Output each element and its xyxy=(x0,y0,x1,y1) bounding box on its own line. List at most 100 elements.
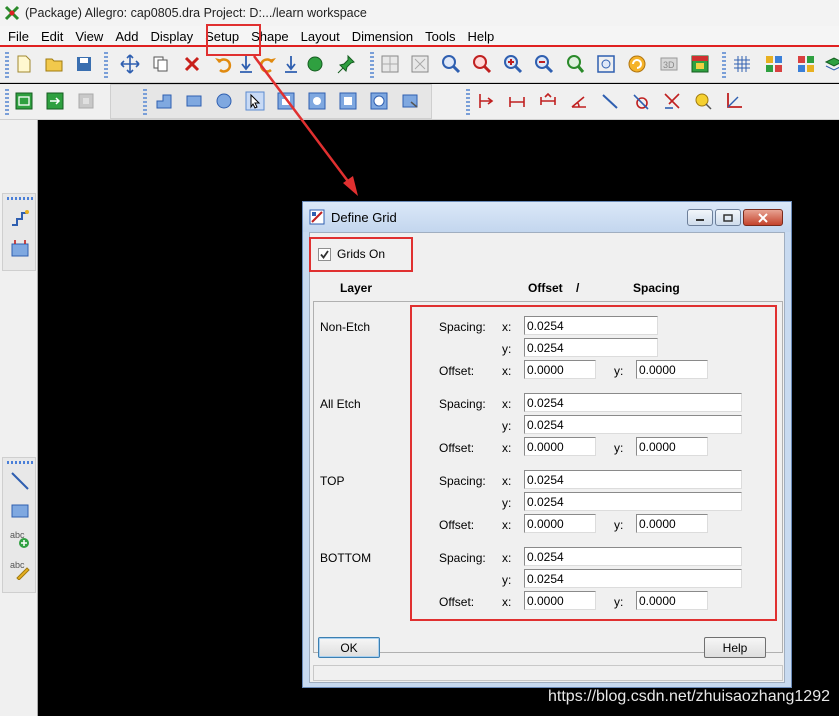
dim-datum-button[interactable] xyxy=(505,89,529,113)
menu-add[interactable]: Add xyxy=(109,29,144,44)
zoom-window-button[interactable] xyxy=(408,52,432,76)
menu-view[interactable]: View xyxy=(69,29,109,44)
down-arrow-button-2[interactable] xyxy=(279,52,303,76)
layer-name-bottom: BOTTOM xyxy=(320,551,372,565)
left-toolbar-panel: abc abc xyxy=(0,120,38,716)
zoom-grid-button[interactable] xyxy=(378,52,402,76)
balloon-icon xyxy=(695,93,712,110)
menu-display[interactable]: Display xyxy=(144,29,199,44)
dim-balloon-button[interactable] xyxy=(691,89,715,113)
dim-coordinate-button[interactable] xyxy=(722,89,746,113)
manual-void-button[interactable] xyxy=(274,89,298,113)
menu-layout[interactable]: Layout xyxy=(295,29,346,44)
void-circle-button-2[interactable] xyxy=(367,89,391,113)
menu-dimension[interactable]: Dimension xyxy=(346,29,419,44)
add-text-button[interactable]: abc xyxy=(9,528,31,550)
edit-boundary-button[interactable] xyxy=(398,89,422,113)
toolbar-separator xyxy=(370,52,374,78)
menu-tools[interactable]: Tools xyxy=(419,29,461,44)
move-button[interactable] xyxy=(118,52,142,76)
green-board-button[interactable] xyxy=(12,89,36,113)
undo-icon xyxy=(215,58,232,73)
add-rectangle-button[interactable] xyxy=(9,500,31,522)
disabled-board-button[interactable] xyxy=(74,89,98,113)
maximize-button[interactable] xyxy=(715,209,741,226)
dim-angular-button[interactable] xyxy=(536,89,560,113)
diameter-icon xyxy=(633,94,649,110)
zoom-in-button[interactable] xyxy=(501,52,525,76)
grid-toggle-button[interactable] xyxy=(730,52,754,76)
flip-board-button[interactable] xyxy=(688,52,712,76)
redo-icon xyxy=(259,58,276,73)
toolbar-grip[interactable] xyxy=(7,197,33,200)
board-disabled-icon xyxy=(78,93,94,109)
copy-icon xyxy=(153,56,168,72)
help-button[interactable]: Help xyxy=(704,637,766,658)
dialog-status-strip xyxy=(313,665,783,681)
text-add-icon: abc xyxy=(10,530,29,548)
watermark-url: https://blog.csdn.net/zhuisaozhang1292 xyxy=(548,688,830,705)
color-button[interactable] xyxy=(762,52,786,76)
maximize-icon xyxy=(723,213,733,222)
select-shape-button[interactable] xyxy=(243,89,267,113)
shape-rectangle-button[interactable] xyxy=(182,89,206,113)
save-button[interactable] xyxy=(72,52,96,76)
layers-button[interactable] xyxy=(794,52,818,76)
3d-view-button[interactable]: 3D xyxy=(657,52,681,76)
move-arrows-icon xyxy=(120,54,140,74)
new-file-button[interactable] xyxy=(12,52,36,76)
zoom-previous-button[interactable] xyxy=(563,52,587,76)
zoom-fit-button[interactable] xyxy=(439,52,463,76)
zoom-in-icon xyxy=(504,55,523,74)
menu-help[interactable]: Help xyxy=(461,29,500,44)
redraw-button[interactable] xyxy=(625,52,649,76)
zoom-window-icon xyxy=(411,55,429,73)
edit-text-button[interactable]: abc xyxy=(9,558,31,581)
add-line-button[interactable] xyxy=(9,470,31,492)
leader-line-icon xyxy=(602,94,618,109)
add-connect-button[interactable] xyxy=(9,206,31,228)
zoom-out-icon xyxy=(535,55,554,74)
dim-chamfer-button[interactable] xyxy=(660,89,684,113)
zoom-area-button[interactable] xyxy=(470,52,494,76)
place-component-button[interactable] xyxy=(9,238,31,260)
pin-button[interactable] xyxy=(334,52,358,76)
allegro-app-icon xyxy=(4,5,20,21)
void-rectangle-button[interactable] xyxy=(336,89,360,113)
ratsnest-button[interactable] xyxy=(303,52,327,76)
title-bar: (Package) Allegro: cap0805.dra Project: … xyxy=(0,0,839,26)
shadow-mode-button[interactable] xyxy=(822,52,839,76)
minimize-button[interactable] xyxy=(687,209,713,226)
menu-edit[interactable]: Edit xyxy=(35,29,69,44)
new-file-icon xyxy=(17,55,31,73)
close-button[interactable] xyxy=(743,209,783,226)
color-palette-icon xyxy=(766,56,782,72)
menu-file[interactable]: File xyxy=(0,29,35,44)
left-tool-group-2: abc abc xyxy=(2,457,36,593)
copy-button[interactable] xyxy=(149,52,173,76)
shape-circle-button[interactable] xyxy=(212,89,236,113)
dim-diameter-button[interactable] xyxy=(629,89,653,113)
dialog-title-bar[interactable]: Define Grid xyxy=(303,202,791,232)
zoom-world-icon xyxy=(597,55,615,73)
toolbar-grip[interactable] xyxy=(5,89,9,115)
dimension-linear-icon xyxy=(479,94,494,108)
toolbar-grip[interactable] xyxy=(5,52,9,78)
menu-bar: File Edit View Add Display Setup Shape L… xyxy=(0,26,839,46)
slash-header: / xyxy=(576,281,580,295)
zoom-out-button[interactable] xyxy=(532,52,556,76)
zoom-world-button[interactable] xyxy=(594,52,618,76)
green-board-button-2[interactable] xyxy=(43,89,67,113)
void-circle-button[interactable] xyxy=(305,89,329,113)
cursor-icon xyxy=(245,91,265,111)
dimension-datum-icon xyxy=(509,97,525,107)
toolbar-grip[interactable] xyxy=(7,461,33,464)
dim-leader-button[interactable] xyxy=(598,89,622,113)
shape-polygon-button[interactable] xyxy=(152,89,176,113)
dim-linear-button[interactable] xyxy=(474,89,498,113)
dim-angle-button[interactable] xyxy=(567,89,591,113)
open-file-button[interactable] xyxy=(42,52,66,76)
svg-text:abc: abc xyxy=(10,560,25,570)
delete-button[interactable] xyxy=(180,52,204,76)
ok-button[interactable]: OK xyxy=(318,637,380,658)
